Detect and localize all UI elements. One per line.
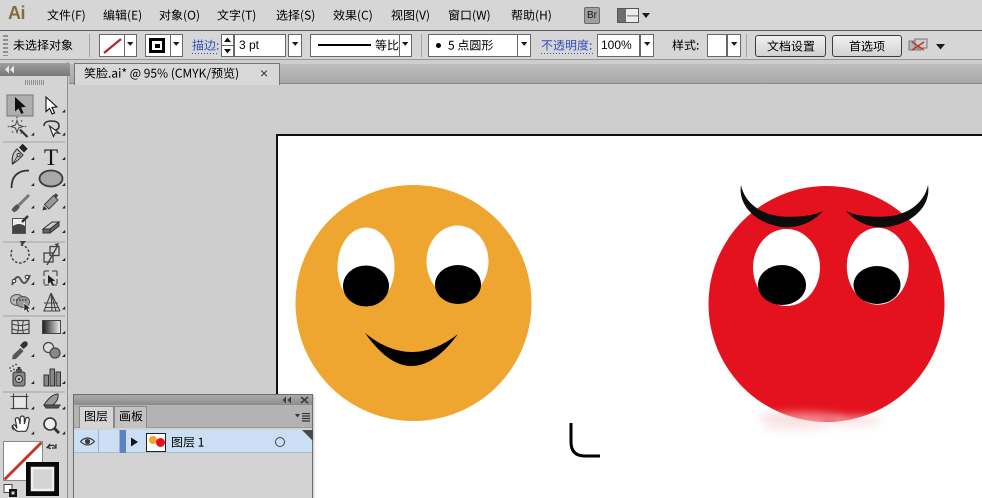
svg-text:T: T (44, 145, 58, 170)
